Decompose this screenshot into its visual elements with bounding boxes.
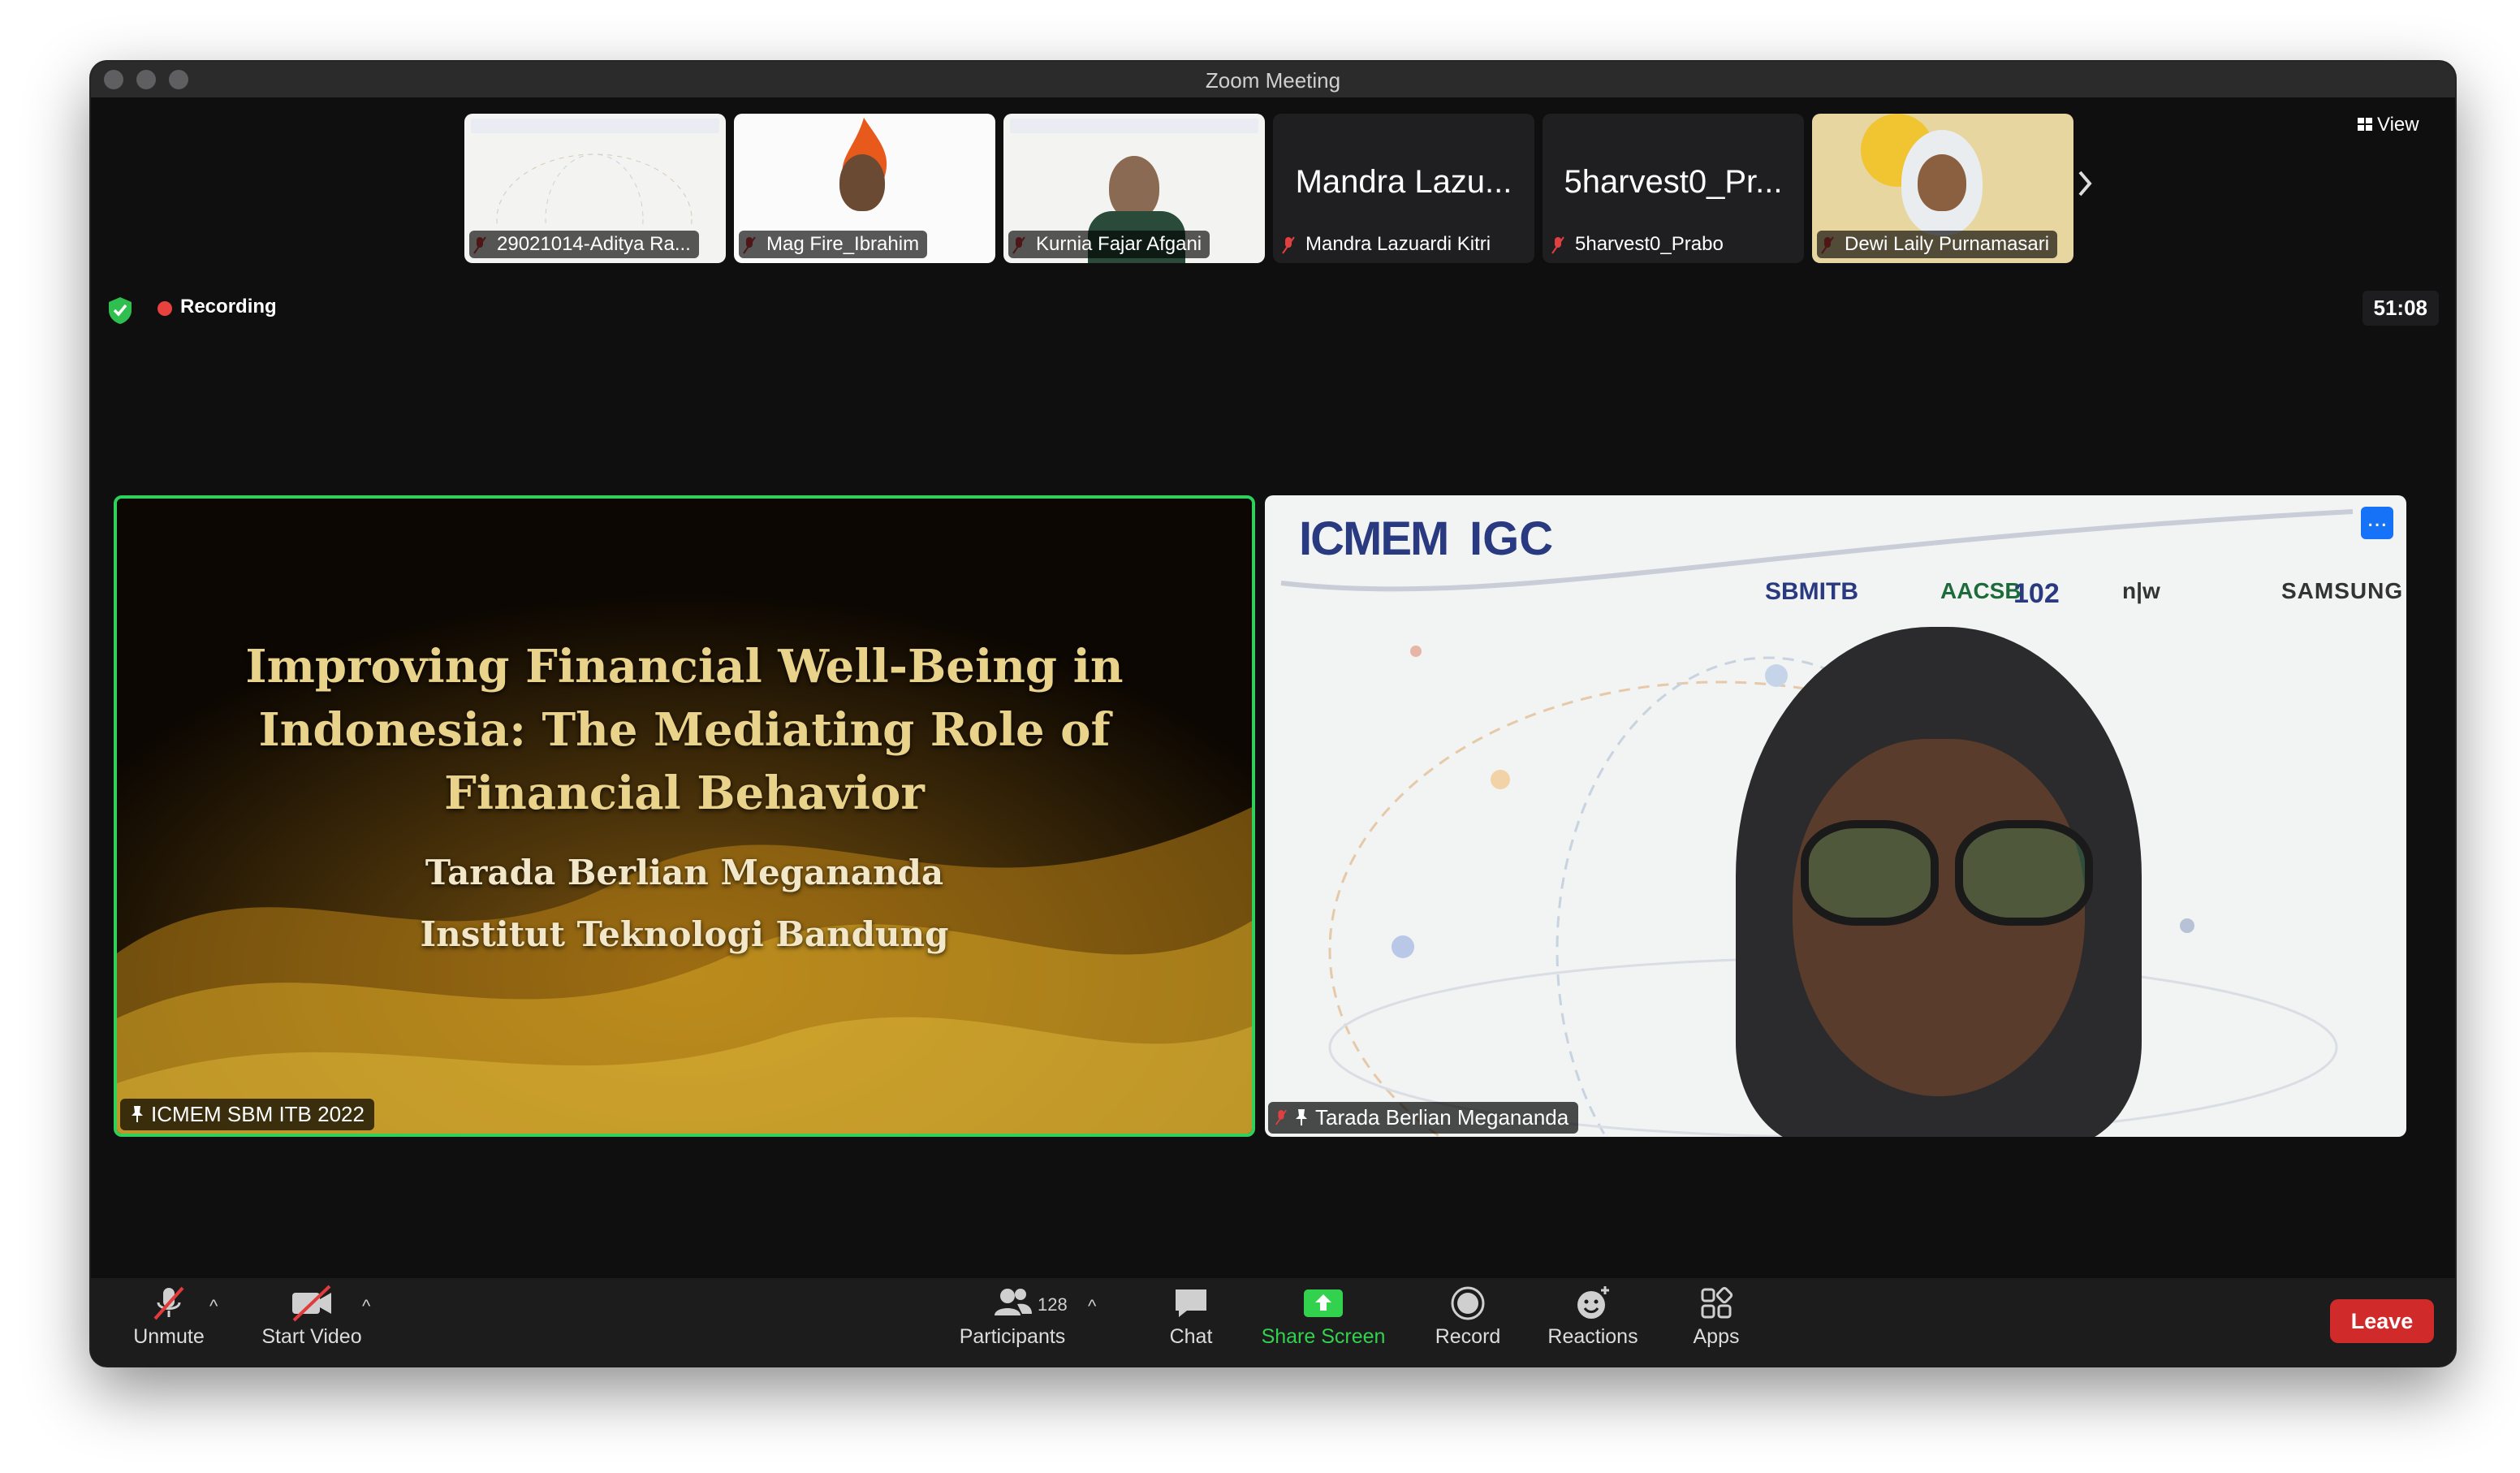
video-tile-speaker[interactable]: ICMEM IGC SBMITB AACSB 102 n|w SAMSUNG .… bbox=[1265, 495, 2406, 1137]
aacsb-logo: AACSB bbox=[1940, 578, 2022, 603]
participant-thumbnail[interactable]: 5harvest0_Pr... 5harvest0_Prabo bbox=[1543, 114, 1804, 263]
slide-title-line: Improving Financial Well-Being in bbox=[245, 640, 1124, 693]
view-label: View bbox=[2377, 114, 2419, 136]
slide-title-line: Financial Behavior bbox=[444, 767, 925, 820]
shield-check-icon[interactable] bbox=[107, 296, 133, 325]
participant-face bbox=[1109, 156, 1159, 219]
record-icon bbox=[1451, 1286, 1485, 1320]
event-banner bbox=[471, 119, 719, 133]
apps-button[interactable]: Apps bbox=[1668, 1283, 1765, 1349]
pin-icon bbox=[132, 1106, 143, 1122]
muted-mic-icon bbox=[1275, 1109, 1287, 1125]
recording-status[interactable]: Recording bbox=[180, 296, 277, 318]
speaker-glasses-left bbox=[1801, 820, 1939, 926]
tile-name-label: Tarada Berlian Megananda bbox=[1268, 1102, 1579, 1134]
participant-name: Kurnia Fajar Afgani bbox=[1008, 231, 1210, 258]
share-screen-button[interactable]: Share Screen bbox=[1250, 1283, 1396, 1349]
igc-logo: IGC bbox=[1469, 512, 1554, 565]
chat-label: Chat bbox=[1169, 1325, 1213, 1348]
pin-icon bbox=[1296, 1109, 1307, 1125]
record-button[interactable]: Record bbox=[1419, 1283, 1517, 1349]
participants-options-chevron-icon[interactable]: ^ bbox=[1088, 1296, 1096, 1317]
apps-label: Apps bbox=[1693, 1325, 1740, 1348]
chat-button[interactable]: Chat bbox=[1146, 1283, 1236, 1349]
grid-icon bbox=[2358, 118, 2372, 131]
reactions-icon bbox=[1577, 1286, 1609, 1319]
leave-button[interactable]: Leave bbox=[2330, 1299, 2434, 1343]
participant-display-name: 5harvest0_Pr... bbox=[1564, 164, 1783, 200]
anniversary-logo: 102 bbox=[2013, 578, 2060, 609]
video-tile-slide[interactable]: Improving Financial Well-Being in Indone… bbox=[114, 495, 1255, 1137]
participant-name: Mandra Lazuardi Kitri bbox=[1305, 233, 1491, 255]
tile-name-label: ICMEM SBM ITB 2022 bbox=[120, 1099, 374, 1130]
participant-thumbnail[interactable]: 29021014-Aditya Ra... bbox=[464, 114, 726, 263]
participant-thumbnail[interactable]: Kurnia Fajar Afgani bbox=[1003, 114, 1265, 263]
speaker-glasses-right bbox=[1955, 820, 2093, 926]
apps-icon bbox=[1701, 1286, 1733, 1319]
start-video-button[interactable]: Start Video bbox=[255, 1283, 369, 1349]
sbm-itb-logo: SBMITB bbox=[1765, 578, 1858, 605]
tile-name: Tarada Berlian Megananda bbox=[1315, 1105, 1569, 1130]
samsung-logo: SAMSUNG bbox=[2281, 578, 2404, 603]
chevron-right-icon[interactable] bbox=[2077, 171, 2093, 197]
participants-button[interactable]: Participants bbox=[951, 1283, 1073, 1349]
reactions-label: Reactions bbox=[1547, 1325, 1638, 1348]
record-label: Record bbox=[1435, 1325, 1501, 1348]
meeting-timer: 51:08 bbox=[2362, 291, 2439, 326]
view-button[interactable]: View bbox=[2346, 107, 2431, 143]
slide-institution: Institut Teknologi Bandung bbox=[420, 914, 949, 954]
participant-name: Dewi Laily Purnamasari bbox=[1817, 231, 2058, 258]
window-title: Zoom Meeting bbox=[1205, 68, 1341, 93]
participants-label: Participants bbox=[959, 1325, 1066, 1348]
participant-name: 29021014-Aditya Ra... bbox=[469, 231, 699, 258]
slide-author: Tarada Berlian Meganandа bbox=[425, 853, 944, 892]
participants-icon bbox=[995, 1289, 1032, 1315]
recording-dot-icon bbox=[158, 301, 172, 316]
slide-title: Improving Financial Well-Being in Indone… bbox=[117, 635, 1252, 825]
video-off-icon bbox=[292, 1285, 331, 1322]
meeting-toolbar: Unmute ^ Start Video ^ Participants 128 … bbox=[91, 1278, 2455, 1366]
participant-thumbnail[interactable]: Mag Fire_Ibrahim bbox=[734, 114, 995, 263]
participant-face bbox=[839, 154, 885, 211]
nw-logo: n|w bbox=[2122, 578, 2160, 603]
participant-thumbnail[interactable]: Mandra Lazu... Mandra Lazuardi Kitri bbox=[1273, 114, 1534, 263]
slide-title-line: Indonesia: The Mediating Role of bbox=[258, 703, 1111, 757]
zoom-window: Zoom Meeting 29021014-Aditya Ra... Mag F… bbox=[91, 62, 2455, 1366]
muted-mic-icon bbox=[153, 1286, 184, 1320]
share-screen-label: Share Screen bbox=[1261, 1325, 1386, 1348]
chat-icon bbox=[1176, 1289, 1206, 1317]
video-options-chevron-icon[interactable]: ^ bbox=[362, 1296, 370, 1317]
unmute-label: Unmute bbox=[133, 1325, 205, 1348]
participant-face bbox=[1918, 154, 1966, 211]
participant-thumbnail[interactable]: Dewi Laily Purnamasari bbox=[1812, 114, 2073, 263]
event-banner bbox=[1010, 119, 1258, 133]
start-video-label: Start Video bbox=[261, 1325, 362, 1348]
audio-options-chevron-icon[interactable]: ^ bbox=[209, 1296, 218, 1317]
participants-count: 128 bbox=[1038, 1294, 1068, 1315]
tile-name: ICMEM SBM ITB 2022 bbox=[151, 1102, 365, 1126]
participant-name: Mag Fire_Ibrahim bbox=[739, 231, 928, 258]
participant-name: 5harvest0_Prabo bbox=[1575, 233, 1724, 255]
network-graphic bbox=[496, 153, 693, 227]
participant-display-name: Mandra Lazu... bbox=[1295, 164, 1512, 200]
icmem-logo: ICMEM bbox=[1299, 512, 1449, 565]
more-options-button[interactable]: ... bbox=[2361, 507, 2393, 539]
share-screen-icon bbox=[1304, 1289, 1343, 1317]
reactions-button[interactable]: Reactions bbox=[1536, 1283, 1650, 1349]
unmute-button[interactable]: Unmute bbox=[128, 1283, 209, 1349]
title-bar: Zoom Meeting bbox=[91, 62, 2455, 97]
